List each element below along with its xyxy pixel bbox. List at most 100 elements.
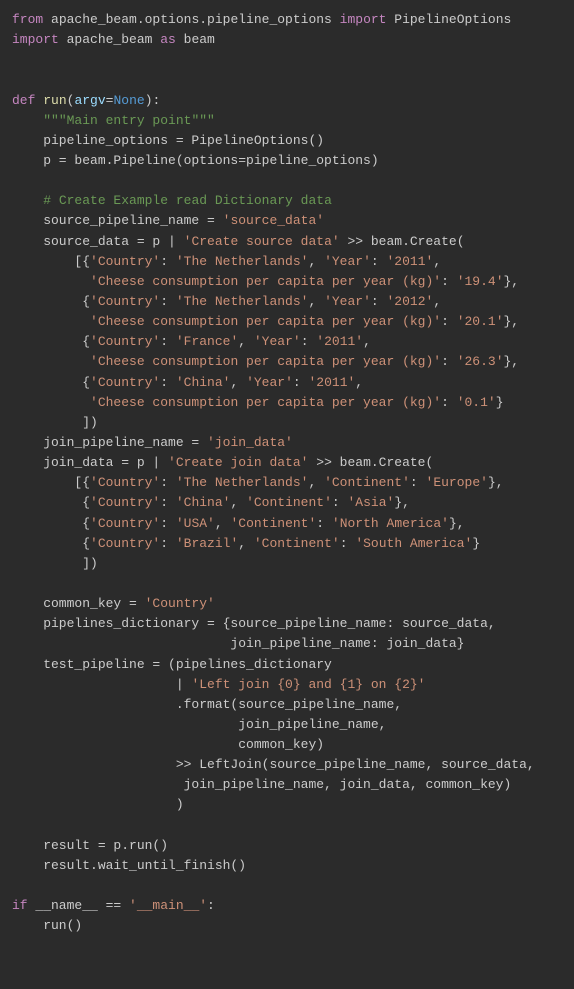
code-token: 'Continent' (246, 495, 332, 510)
code-line: {'Country': 'China', 'Continent': 'Asia'… (12, 495, 410, 510)
code-token (12, 395, 90, 410)
code-block: from apache_beam.options.pipeline_option… (12, 10, 562, 936)
code-token: common_key = (12, 596, 145, 611)
code-token: [{ (12, 475, 90, 490)
code-token: : (293, 375, 309, 390)
code-token: : (160, 475, 176, 490)
code-line: ]) (12, 556, 98, 571)
code-token: { (12, 294, 90, 309)
code-token: join_pipeline_name, join_data, common_ke… (12, 777, 511, 792)
code-token: pipelines_dictionary = {source_pipeline_… (12, 616, 496, 631)
code-token: , (230, 375, 246, 390)
code-token: : (160, 516, 176, 531)
code-token: { (12, 516, 90, 531)
code-token: }, (449, 516, 465, 531)
code-token: source_pipeline_name = (12, 213, 223, 228)
code-token: run (43, 93, 66, 108)
code-token: : (301, 334, 317, 349)
code-token: 'China' (176, 495, 231, 510)
code-token: | (12, 677, 191, 692)
code-token: .format(source_pipeline_name, (12, 697, 402, 712)
code-token: 'France' (176, 334, 238, 349)
code-line: source_data = p | 'Create source data' >… (12, 234, 465, 249)
code-token: , (433, 294, 441, 309)
code-line: 'Cheese consumption per capita per year … (12, 274, 519, 289)
code-line: result.wait_until_finish() (12, 858, 246, 873)
code-token: '20.1' (457, 314, 504, 329)
code-token: 'Continent' (230, 516, 316, 531)
code-token: : (160, 375, 176, 390)
code-token: ): (145, 93, 161, 108)
code-token: PipelineOptions (394, 12, 511, 27)
code-token: '2011' (387, 254, 434, 269)
code-token: 'Year' (324, 254, 371, 269)
code-line: {'Country': 'The Netherlands', 'Year': '… (12, 294, 441, 309)
code-line: 'Cheese consumption per capita per year … (12, 314, 519, 329)
code-token: { (12, 495, 90, 510)
code-token: : (316, 516, 332, 531)
code-line: {'Country': 'China', 'Year': '2011', (12, 375, 363, 390)
code-line: {'Country': 'Brazil', 'Continent': 'Sout… (12, 536, 480, 551)
code-token: import (12, 32, 67, 47)
code-line: .format(source_pipeline_name, (12, 697, 402, 712)
code-token: 'Cheese consumption per capita per year … (90, 314, 441, 329)
code-token: 'USA' (176, 516, 215, 531)
code-token: 'Cheese consumption per capita per year … (90, 395, 441, 410)
code-token: 'Country' (90, 495, 160, 510)
code-token: 'Left join {0} and {1} on {2}' (191, 677, 425, 692)
code-token: # Create Example read Dictionary data (43, 193, 332, 208)
code-token: 'Country' (90, 334, 160, 349)
code-token: run() (12, 918, 82, 933)
code-token: join_data = p | (12, 455, 168, 470)
code-token: , (215, 516, 231, 531)
code-line: [{'Country': 'The Netherlands', 'Year': … (12, 254, 441, 269)
code-line: ]) (12, 415, 98, 430)
code-token: test_pipeline = (pipelines_dictionary (12, 657, 332, 672)
code-token: , (433, 254, 441, 269)
code-line: from apache_beam.options.pipeline_option… (12, 12, 511, 27)
code-token: 'Country' (90, 375, 160, 390)
code-token: 'Year' (246, 375, 293, 390)
code-token: 'Cheese consumption per capita per year … (90, 354, 441, 369)
code-token: 'South America' (355, 536, 472, 551)
code-line: 'Cheese consumption per capita per year … (12, 395, 504, 410)
code-token: source_data = p | (12, 234, 184, 249)
code-token: 'North America' (332, 516, 449, 531)
code-line: pipeline_options = PipelineOptions() (12, 133, 324, 148)
code-token: , (230, 495, 246, 510)
code-token: : (207, 898, 215, 913)
code-line: pipelines_dictionary = {source_pipeline_… (12, 616, 496, 631)
code-token: ]) (12, 556, 98, 571)
code-token: 'source_data' (223, 213, 324, 228)
code-token: , (238, 536, 254, 551)
code-token: 'Country' (90, 254, 160, 269)
code-line: join_pipeline_name, join_data, common_ke… (12, 777, 511, 792)
code-token: """Main entry point""" (43, 113, 215, 128)
code-line: join_pipeline_name, (12, 717, 386, 732)
code-line: """Main entry point""" (12, 113, 215, 128)
code-token: '2011' (308, 375, 355, 390)
code-token: >> beam.Create( (340, 234, 465, 249)
code-token (12, 274, 90, 289)
code-token: : (332, 495, 348, 510)
code-line: 'Cheese consumption per capita per year … (12, 354, 519, 369)
code-token: { (12, 536, 90, 551)
code-token (12, 314, 90, 329)
code-token: , (238, 334, 254, 349)
code-token: beam (184, 32, 215, 47)
code-line: def run(argv=None): (12, 93, 160, 108)
code-token: 'Year' (324, 294, 371, 309)
code-line: common_key = 'Country' (12, 596, 215, 611)
code-token: }, (394, 495, 410, 510)
code-line: test_pipeline = (pipelines_dictionary (12, 657, 332, 672)
code-token: '2012' (387, 294, 434, 309)
code-token: 'The Netherlands' (176, 254, 309, 269)
code-line: run() (12, 918, 82, 933)
code-token: : (371, 254, 387, 269)
code-token: { (12, 375, 90, 390)
code-token: >> LeftJoin(source_pipeline_name, source… (12, 757, 535, 772)
code-token: : (160, 495, 176, 510)
code-token: 'Country' (90, 294, 160, 309)
code-token: '26.3' (457, 354, 504, 369)
code-token: , (355, 375, 363, 390)
